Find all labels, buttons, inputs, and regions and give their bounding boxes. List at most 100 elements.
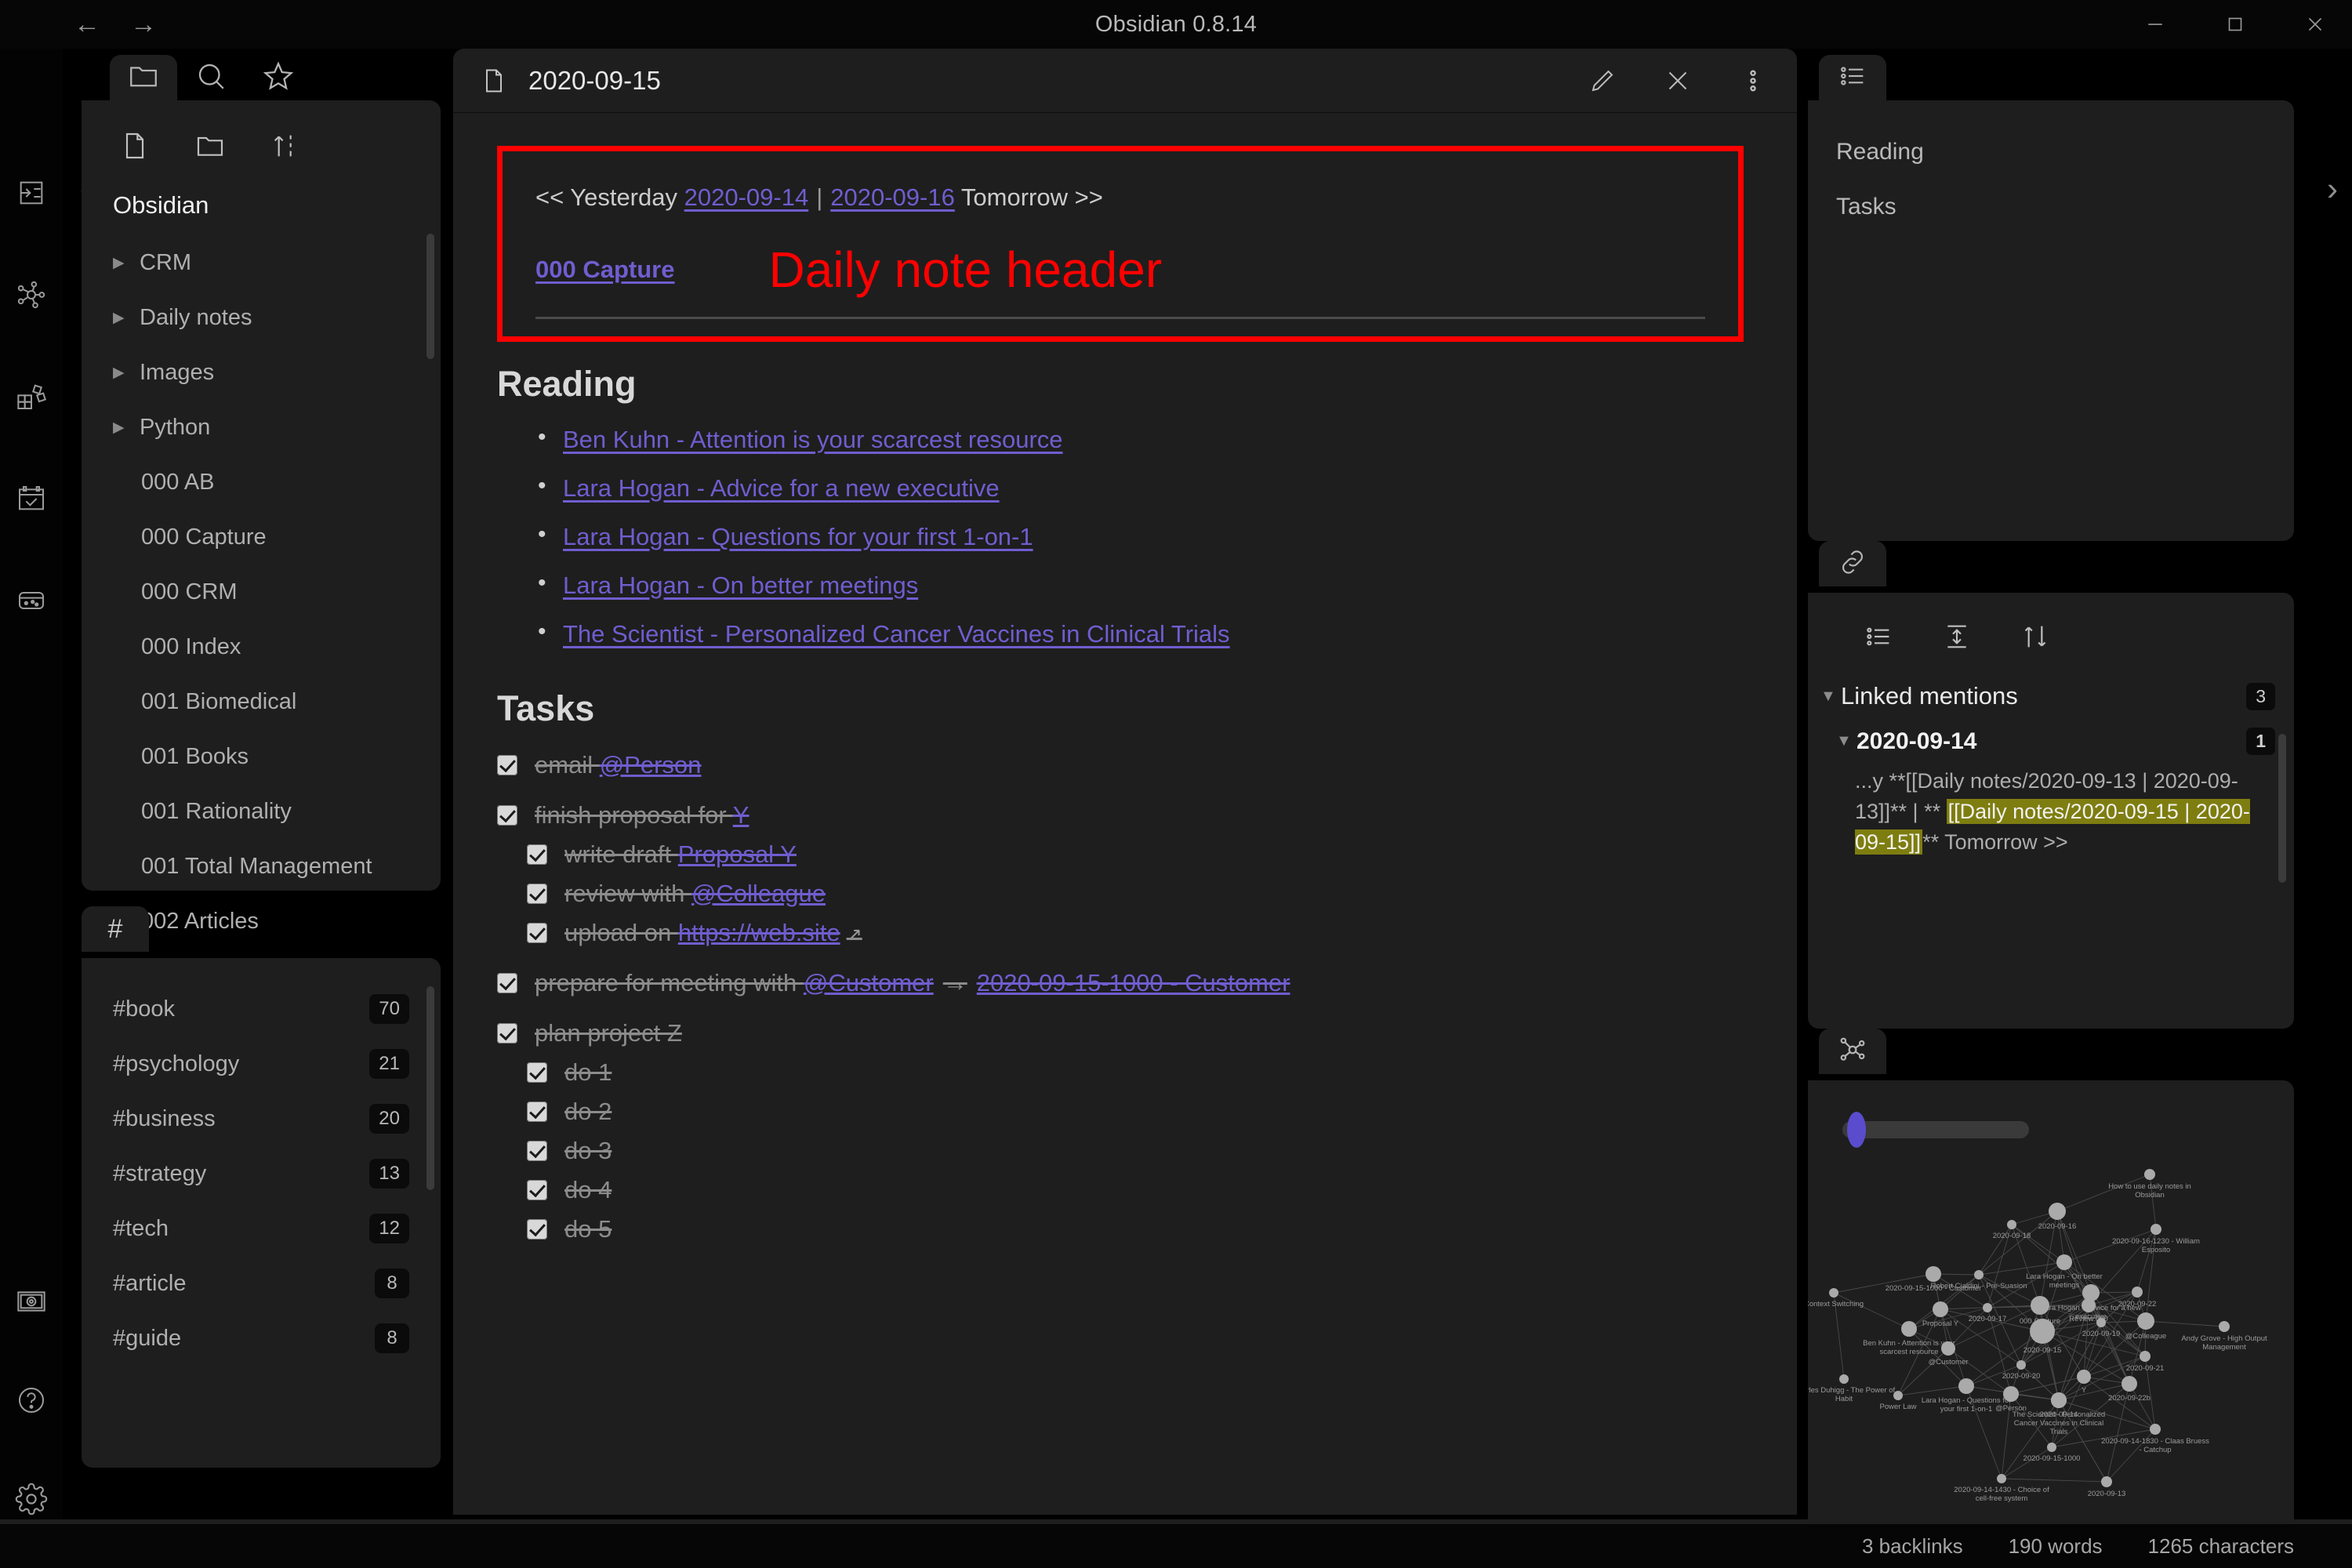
settings-icon[interactable] [9,1477,53,1521]
file-item[interactable]: 000 CRM [82,564,441,619]
graph-canvas[interactable]: How to use daily notes inObsidian 2020-09… [1808,1162,2294,1568]
sort-icon[interactable] [2018,619,2053,654]
graph-node[interactable] [1839,1374,1849,1384]
graph-zoom-slider[interactable] [1842,1121,2029,1138]
graph-node[interactable] [2003,1386,2019,1402]
reading-link[interactable]: Lara Hogan - Advice for a new executive [563,474,1000,502]
task-checkbox[interactable] [527,1062,547,1083]
graph-node[interactable] [2031,1296,2049,1315]
graph-zoom-knob[interactable] [1847,1112,1866,1148]
linked-mentions-header[interactable]: ▼ Linked mentions 3 [1808,654,2294,710]
capture-link[interactable]: 000 Capture [535,256,674,284]
graph-node[interactable] [2051,1392,2067,1408]
graph-node[interactable] [2132,1287,2143,1298]
sidebar-scrollbar[interactable] [426,234,434,359]
task-checkbox[interactable] [527,922,547,943]
tomorrow-link[interactable]: 2020-09-16 [830,183,955,211]
task-checkbox[interactable] [527,883,547,904]
tags-tab[interactable]: # [82,906,149,952]
graph-node[interactable] [1941,1341,1955,1356]
graph-node[interactable] [2082,1298,2096,1312]
folder-item[interactable]: ▶ Python [82,400,441,455]
graph-node[interactable] [2140,1351,2151,1362]
graph-node[interactable] [2151,1224,2161,1235]
folder-item[interactable]: ▶ CRM [82,235,441,290]
task-checkbox[interactable] [527,1140,547,1161]
task-link[interactable]: @Customer [804,969,934,996]
note-content[interactable]: << Yesterday 2020-09-14 | 2020-09-16 Tomor… [453,113,1797,1515]
task-link[interactable]: @Person [600,751,702,779]
quick-switcher-icon[interactable] [9,171,53,215]
graph-node[interactable] [2150,1424,2161,1435]
reading-link[interactable]: Lara Hogan - Questions for your first 1-… [563,523,1033,550]
folder-item[interactable]: ▶ Images [82,345,441,400]
graph-node[interactable] [2122,1376,2137,1392]
task-checkbox[interactable] [527,1218,547,1240]
graph-node[interactable] [1933,1301,1948,1317]
outline-item[interactable]: Tasks [1836,193,2294,221]
pencil-icon[interactable] [1587,65,1618,96]
tag-item[interactable]: #business 20 [82,1091,441,1146]
graph-node[interactable] [2047,1443,2056,1452]
tag-scrollbar[interactable] [426,986,434,1190]
graph-node[interactable] [2030,1319,2055,1344]
graph-tab[interactable] [1819,1029,1886,1074]
yesterday-link[interactable]: 2020-09-14 [684,183,809,211]
mention-snippet[interactable]: ...y **[[Daily notes/2020-09-13 | 2020-0… [1808,755,2294,858]
reading-link[interactable]: The Scientist - Personalized Cancer Vacc… [563,620,1230,648]
tag-item[interactable]: #guide 8 [82,1311,441,1366]
tag-item[interactable]: #book 70 [82,982,441,1036]
file-item[interactable]: 001 Rationality [82,784,441,839]
mention-file-row[interactable]: ▼ 2020-09-14 1 [1808,710,2294,755]
graph-node[interactable] [2219,1321,2230,1332]
tag-item[interactable]: #psychology 21 [82,1036,441,1091]
graph-node[interactable] [1829,1288,1838,1298]
character-count[interactable]: 1265 characters [2148,1534,2294,1559]
graph-node[interactable] [1926,1266,1941,1282]
outline-tab[interactable] [1819,55,1886,100]
minimize-icon[interactable] [2142,11,2169,38]
task-checkbox[interactable] [497,972,517,993]
graph-node[interactable] [2007,1220,2016,1229]
chevron-right-icon[interactable]: ▶ [113,364,140,382]
file-item[interactable]: 001 Biomedical [82,674,441,729]
graph-view-icon[interactable] [9,273,53,317]
task-link[interactable]: Y [733,801,750,829]
vault-icon[interactable] [9,1279,53,1323]
sort-icon[interactable] [268,129,303,163]
task-checkbox[interactable] [527,844,547,865]
search-tab[interactable] [177,55,245,100]
graph-node[interactable] [1974,1270,1984,1279]
task-link[interactable]: Proposal Y [678,840,797,868]
new-folder-icon[interactable] [193,129,227,163]
file-item[interactable]: 001 Total Management [82,839,441,894]
file-item[interactable]: 000 AB [82,455,441,510]
maximize-icon[interactable] [2222,11,2249,38]
close-icon[interactable] [2302,11,2328,38]
graph-node[interactable] [2144,1169,2155,1180]
tag-item[interactable]: #tech 12 [82,1201,441,1256]
external-link[interactable]: https://web.site [678,919,840,946]
task-checkbox[interactable] [527,1179,547,1200]
task-checkbox[interactable] [527,1101,547,1122]
file-item[interactable]: 001 Books [82,729,441,784]
task-checkbox[interactable] [497,754,517,775]
help-icon[interactable] [9,1378,53,1422]
collapse-right-icon[interactable]: › [2327,170,2338,208]
task-link[interactable]: 2020-09-15-1000 - Customer [977,969,1290,996]
graph-node[interactable] [2077,1370,2091,1384]
vertical-dots-icon[interactable] [1737,65,1769,96]
list-icon[interactable] [1861,619,1896,654]
graph-node[interactable] [1958,1378,1974,1394]
close-icon[interactable] [1662,65,1693,96]
file-item[interactable]: 000 Capture [82,510,441,564]
expand-icon[interactable] [1940,619,1974,654]
tag-item[interactable]: #strategy 13 [82,1146,441,1201]
graph-node[interactable] [1901,1321,1917,1337]
graph-node[interactable] [2137,1312,2154,1330]
new-file-icon[interactable] [118,129,152,163]
graph-node[interactable] [1893,1391,1903,1400]
file-item[interactable]: 000 Index [82,619,441,674]
task-checkbox[interactable] [497,804,517,826]
tag-item[interactable]: #article 8 [82,1256,441,1311]
